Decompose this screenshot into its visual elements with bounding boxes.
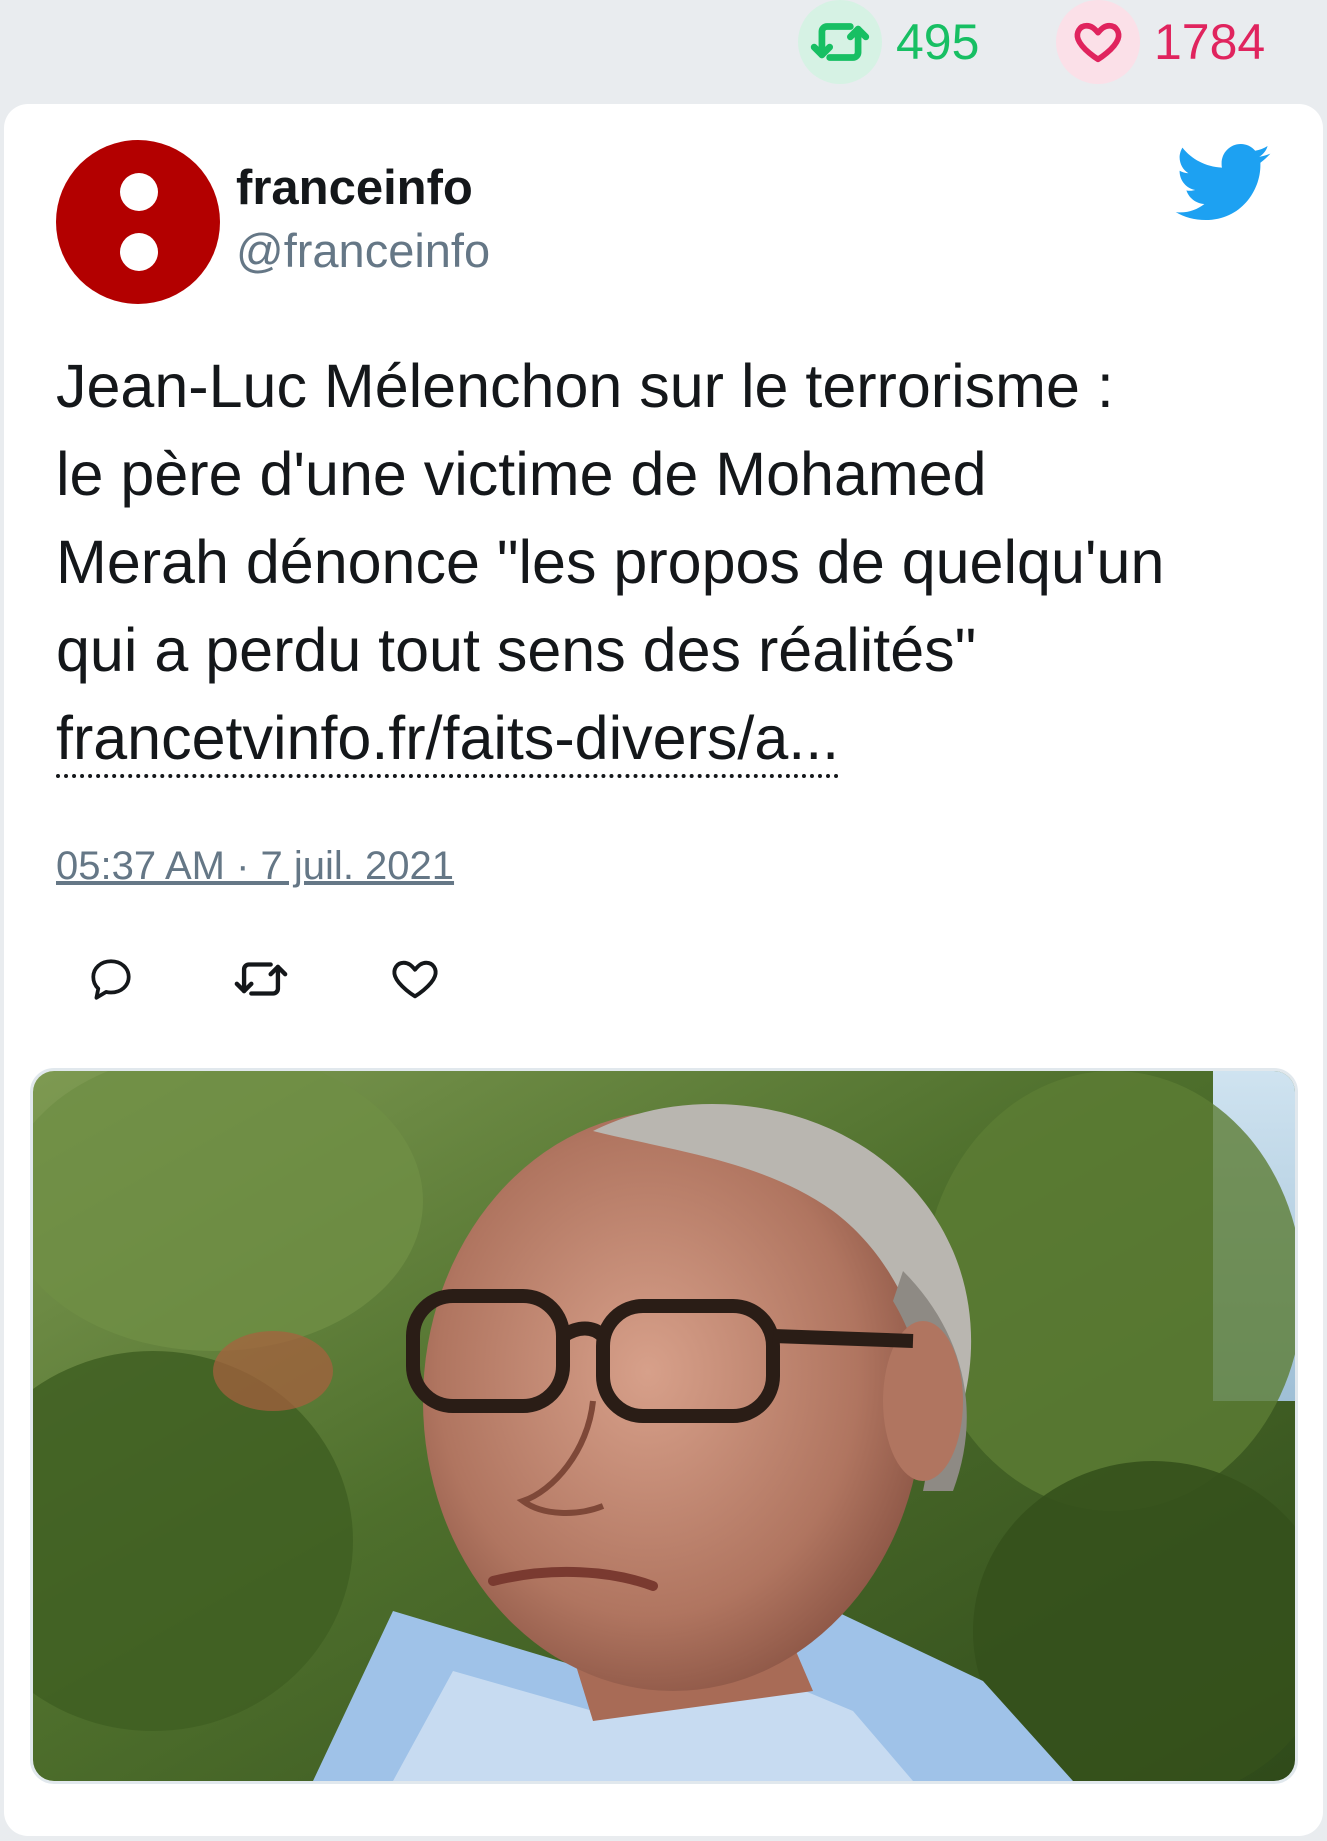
- retweet-icon: [234, 962, 288, 996]
- like-count-stat[interactable]: 1784: [1056, 0, 1265, 84]
- reply-button[interactable]: [76, 944, 146, 1014]
- engagement-stats: 495 1784: [0, 0, 1327, 100]
- like-count: 1784: [1154, 14, 1266, 70]
- retweet-count: 495: [896, 14, 980, 70]
- tweet-text-line: Merah dénonce "les propos de quelqu'un: [56, 528, 1165, 596]
- tweet-text-line: Jean-Luc Mélenchon sur le terrorisme :: [56, 352, 1114, 420]
- tweet-media-image[interactable]: [30, 1068, 1298, 1784]
- tweet-timestamp[interactable]: 05:37 AM · 7 juil. 2021: [56, 844, 454, 889]
- article-link[interactable]: francetvinfo.fr/faits-divers/a...: [56, 702, 840, 778]
- heart-icon: [1056, 0, 1140, 84]
- retweet-button[interactable]: [226, 944, 296, 1014]
- tweet-card[interactable]: franceinfo @franceinfo Jean-Luc Mélencho…: [4, 104, 1323, 1836]
- author-name[interactable]: franceinfo: [236, 164, 473, 213]
- tweet-text-line: le père d'une victime de Mohamed: [56, 440, 987, 508]
- photo-of-man-with-glasses: [33, 1071, 1295, 1781]
- tweet-text-line: qui a perdu tout sens des réalités": [56, 616, 977, 684]
- tweet-text: Jean-Luc Mélenchon sur le terrorisme : l…: [56, 342, 1296, 782]
- retweet-count-stat[interactable]: 495: [798, 0, 979, 84]
- reply-icon: [91, 959, 131, 1000]
- avatar-dot-top: [120, 173, 158, 211]
- avatar-dot-bottom: [120, 233, 158, 271]
- twitter-bird-icon[interactable]: [1174, 144, 1274, 224]
- author-handle[interactable]: @franceinfo: [236, 227, 490, 274]
- retweet-icon: [798, 0, 882, 84]
- avatar[interactable]: [56, 140, 220, 304]
- heart-icon: [392, 960, 438, 999]
- like-button[interactable]: [380, 944, 450, 1014]
